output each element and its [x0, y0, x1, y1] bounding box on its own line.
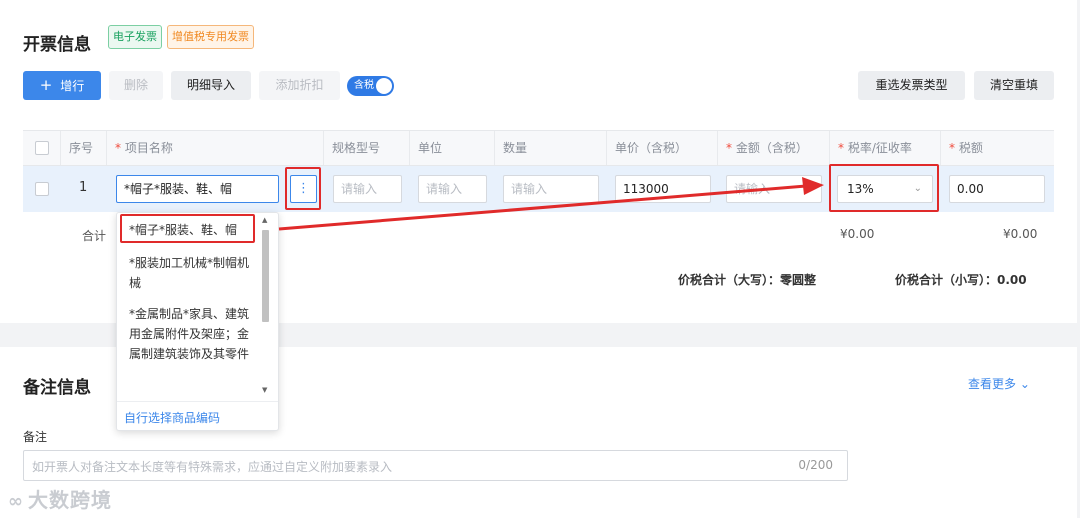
view-more-link[interactable]: 查看更多 ⌄	[968, 375, 1030, 392]
watermark: ∞ 大数跨境	[8, 488, 112, 512]
remark-field-label: 备注	[23, 430, 48, 444]
remarks-title: 备注信息	[23, 378, 91, 398]
annotation-arrow	[278, 177, 824, 231]
remark-textarea[interactable]: 如开票人对备注文本长度等有特殊需求，应通过自定义附加要素录入 0/200	[23, 450, 848, 481]
remark-placeholder: 如开票人对备注文本长度等有特殊需求，应通过自定义附加要素录入	[32, 460, 393, 474]
chevron-down-icon: ⌄	[1019, 377, 1030, 391]
watermark-logo-icon: ∞	[8, 491, 24, 512]
char-counter: 0/200	[798, 458, 833, 472]
